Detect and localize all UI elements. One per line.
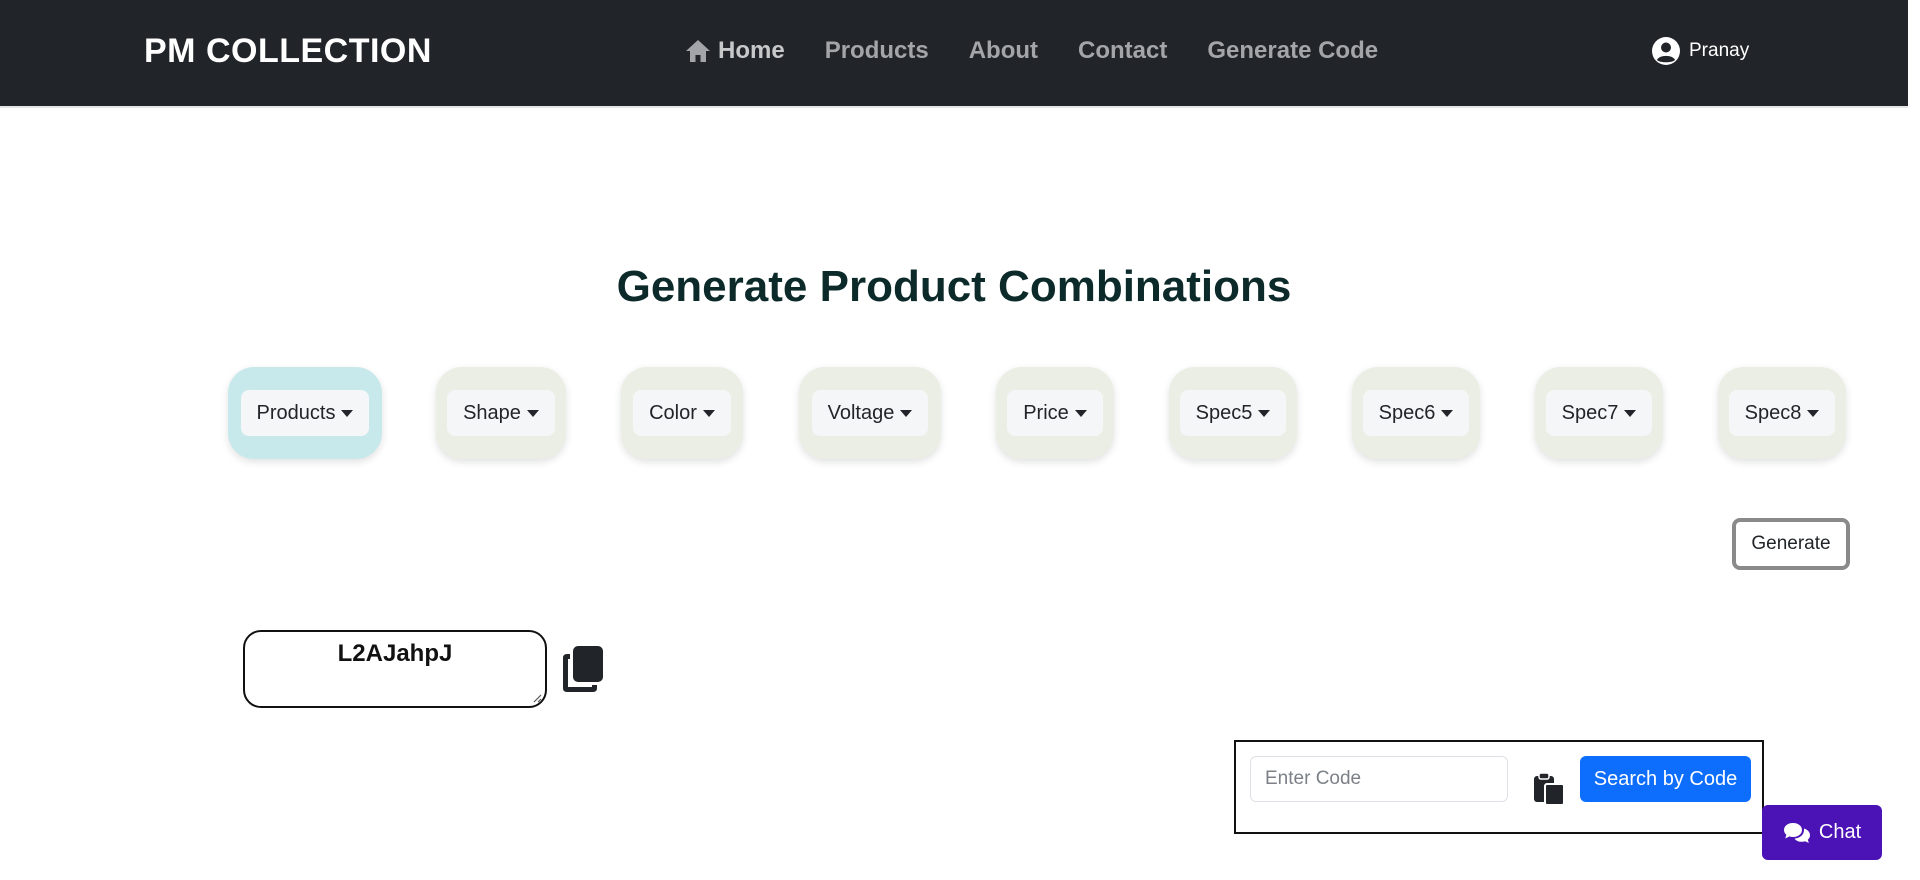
products-dropdown-label: Products: [256, 401, 336, 424]
search-panel: Search by Code: [1234, 740, 1764, 834]
chat-button[interactable]: Chat: [1762, 805, 1882, 860]
generated-code: L2AJahpJ: [337, 640, 453, 667]
user-name: Pranay: [1689, 40, 1750, 61]
paste-icon[interactable]: [1532, 772, 1566, 806]
nav-contact-link[interactable]: Contact: [1078, 37, 1167, 65]
caret-down-icon: [1624, 409, 1637, 417]
caret-down-icon: [900, 409, 913, 417]
nav-links: Home Products About Contact Generate Cod…: [684, 37, 1378, 65]
color-dropdown-label: Color: [649, 401, 697, 424]
brand-logo[interactable]: PM COLLECTION: [144, 32, 432, 71]
navbar: PM COLLECTION Home Products About Contac…: [0, 0, 1908, 108]
spec8-dropdown-label: Spec8: [1744, 401, 1802, 424]
caret-down-icon: [1258, 409, 1271, 417]
caret-down-icon: [702, 409, 715, 417]
code-input[interactable]: [1250, 756, 1508, 802]
voltage-dropdown[interactable]: Voltage: [811, 390, 929, 436]
products-dropdown[interactable]: Products: [240, 390, 370, 436]
spec5-dropdown-label: Spec5: [1195, 401, 1253, 424]
nav-home-link[interactable]: Home: [684, 37, 785, 65]
copy-icon[interactable]: [562, 645, 604, 693]
caret-down-icon: [1441, 409, 1454, 417]
caret-down-icon: [1074, 409, 1087, 417]
caret-down-icon: [341, 409, 354, 417]
spec6-dropdown[interactable]: Spec6: [1362, 390, 1470, 436]
home-icon: [686, 40, 710, 62]
filter-products: Products: [228, 367, 382, 459]
price-dropdown-label: Price: [1023, 401, 1069, 424]
user-circle-icon: [1652, 37, 1680, 65]
spec5-dropdown[interactable]: Spec5: [1179, 390, 1287, 436]
price-dropdown[interactable]: Price: [1007, 390, 1103, 436]
chat-bubbles-icon: [1783, 822, 1810, 843]
caret-down-icon: [1807, 409, 1820, 417]
filter-voltage: Voltage: [799, 367, 941, 459]
filter-spec8: Spec8: [1718, 367, 1846, 459]
caret-down-icon: [526, 409, 539, 417]
page-title: Generate Product Combinations: [616, 262, 1292, 311]
filter-price: Price: [996, 367, 1114, 459]
voltage-dropdown-label: Voltage: [827, 401, 895, 424]
shape-dropdown[interactable]: Shape: [447, 390, 555, 436]
filter-shape: Shape: [436, 367, 566, 459]
nav-generate-code-link[interactable]: Generate Code: [1207, 37, 1378, 65]
search-by-code-button[interactable]: Search by Code: [1580, 756, 1751, 802]
user-menu[interactable]: Pranay: [1651, 36, 1749, 66]
generated-code-box[interactable]: L2AJahpJ: [243, 630, 547, 708]
filter-color: Color: [621, 367, 743, 459]
filter-spec7: Spec7: [1535, 367, 1663, 459]
shape-dropdown-label: Shape: [463, 401, 521, 424]
spec8-dropdown[interactable]: Spec8: [1728, 390, 1836, 436]
filter-spec5: Spec5: [1169, 367, 1297, 459]
nav-home-label: Home: [718, 37, 785, 64]
nav-about-link[interactable]: About: [969, 37, 1038, 65]
spec6-dropdown-label: Spec6: [1378, 401, 1436, 424]
filter-spec6: Spec6: [1352, 367, 1480, 459]
spec7-dropdown-label: Spec7: [1561, 401, 1619, 424]
chat-label: Chat: [1818, 821, 1862, 843]
generate-button[interactable]: Generate: [1732, 518, 1850, 570]
color-dropdown[interactable]: Color: [633, 390, 731, 436]
nav-products-link[interactable]: Products: [825, 37, 929, 65]
spec7-dropdown[interactable]: Spec7: [1545, 390, 1653, 436]
resize-grip-icon[interactable]: [532, 693, 542, 703]
